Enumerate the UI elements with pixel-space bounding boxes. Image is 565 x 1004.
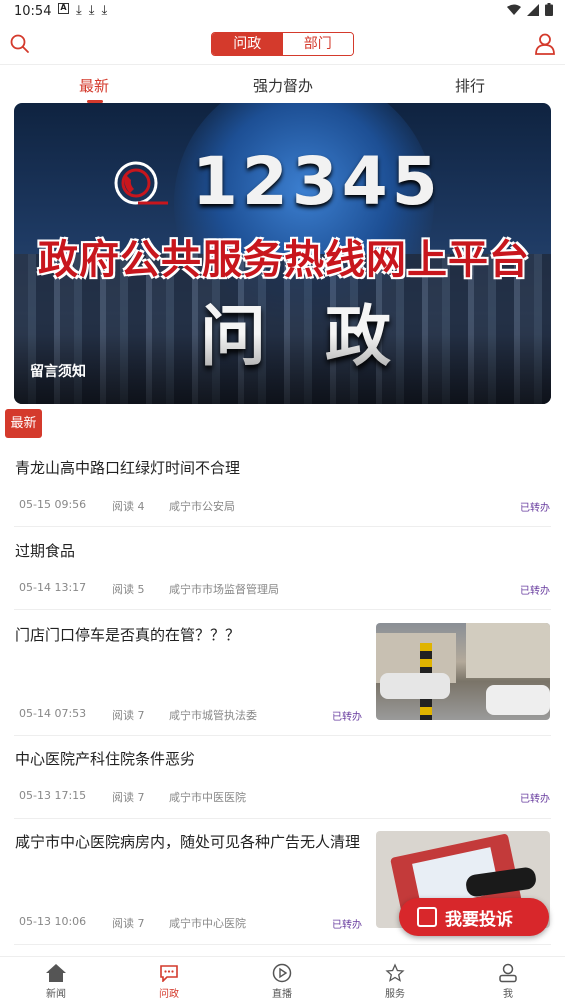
play-icon [272, 963, 292, 983]
item-department: 咸宁市中心医院 [169, 917, 246, 930]
list-item[interactable]: 过期食品 05-14 13:17 阅读 5 咸宁市市场监督管理局 已转办 [14, 527, 551, 610]
list-item[interactable]: 青龙山高中路口红绿灯时间不合理 05-15 09:56 阅读 4 咸宁市公安局 … [14, 444, 551, 527]
star-icon [385, 963, 405, 982]
download-icon: ⤓ [88, 3, 95, 18]
nav-wenzheng[interactable]: 问政 [139, 961, 199, 1000]
item-date: 05-14 07:53 [19, 707, 87, 720]
list-item[interactable]: 中心医院产科住院条件恶劣 05-13 17:15 阅读 7 咸宁市中医医院 已转… [14, 736, 551, 819]
segment-department[interactable]: 部门 [282, 33, 353, 55]
nav-label: 我 [503, 989, 513, 1000]
status-badge: 已转办 [332, 920, 362, 931]
complaint-button[interactable]: 我要投诉 [399, 898, 549, 936]
item-title: 咸宁市中心医院病房内，随处可见各种广告无人清理 [15, 833, 361, 851]
segment-wenzheng[interactable]: 问政 [212, 33, 283, 55]
wifi-icon [507, 4, 521, 15]
status-badge: 已转办 [520, 794, 550, 805]
tab-ranking[interactable]: 排行 [455, 75, 485, 96]
edit-icon [417, 907, 437, 927]
section-toggle: 问政 部门 [211, 32, 354, 56]
item-department: 咸宁市公安局 [169, 500, 235, 513]
banner-caption[interactable]: 留言须知 [30, 361, 86, 381]
item-reads: 阅读 7 [112, 917, 145, 930]
download-icon: ⤓ [76, 3, 82, 18]
status-badge: 已转办 [520, 503, 550, 514]
item-reads: 阅读 7 [112, 791, 145, 804]
list-item[interactable]: 门店门口停车是否真的在管？？？ 05-14 07:53 阅读 7 咸宁市城管执法… [14, 610, 551, 736]
nav-label: 服务 [385, 989, 405, 1000]
home-icon [46, 964, 66, 982]
status-bar: 10:54 A ⤓ ⤓ ⤓ [0, 0, 565, 24]
nav-label: 直播 [272, 989, 292, 1000]
nav-label: 新闻 [46, 989, 66, 1000]
item-title: 门店门口停车是否真的在管？？？ [15, 626, 241, 644]
latest-badge: 最新 [5, 409, 42, 438]
item-date: 05-13 17:15 [19, 789, 87, 802]
profile-icon [499, 963, 517, 983]
item-date: 05-13 10:06 [19, 915, 87, 928]
tab-latest[interactable]: 最新 [79, 75, 109, 96]
top-bar: 问政 部门 [0, 24, 565, 64]
download-icon: ⤓ [101, 3, 108, 18]
notification-a-icon: A [58, 3, 69, 14]
item-title: 过期食品 [15, 542, 76, 560]
nav-label: 问政 [159, 989, 179, 1000]
status-badge: 已转办 [520, 586, 550, 597]
status-time: 10:54 [14, 4, 52, 19]
hotline-banner[interactable]: 12345 政府公共服务热线网上平台 问 政 留言须知 [14, 103, 551, 404]
bottom-navigation: 新闻 问政 直播 服务 我 [0, 956, 565, 1004]
item-title: 中心医院产科住院条件恶劣 [15, 750, 196, 768]
signal-icon [527, 3, 539, 16]
item-department: 咸宁市中医医院 [169, 791, 246, 804]
complaint-button-label: 我要投诉 [445, 909, 513, 930]
item-thumbnail [376, 623, 550, 720]
item-reads: 阅读 4 [112, 500, 145, 513]
nav-service[interactable]: 服务 [365, 961, 425, 1000]
nav-me[interactable]: 我 [478, 961, 538, 1000]
banner-number: 12345 [192, 143, 442, 220]
item-reads: 阅读 7 [112, 709, 145, 722]
battery-icon [545, 3, 553, 16]
chat-icon [160, 965, 178, 982]
search-icon[interactable] [10, 34, 30, 54]
banner-shade [14, 334, 551, 404]
item-department: 咸宁市市场监督管理局 [169, 583, 279, 596]
item-date: 05-15 09:56 [19, 498, 87, 511]
item-reads: 阅读 5 [112, 583, 145, 596]
category-tabs: 最新 强力督办 排行 [0, 64, 565, 103]
nav-live[interactable]: 直播 [252, 961, 312, 1000]
tab-supervision[interactable]: 强力督办 [253, 75, 313, 96]
nav-news[interactable]: 新闻 [26, 961, 86, 1000]
banner-subtitle: 政府公共服务热线网上平台 [38, 237, 530, 283]
item-title: 青龙山高中路口红绿灯时间不合理 [15, 459, 241, 477]
user-icon[interactable] [535, 33, 555, 55]
item-date: 05-14 13:17 [19, 581, 87, 594]
status-badge: 已转办 [332, 712, 362, 723]
item-department: 咸宁市城管执法委 [169, 709, 257, 722]
phone-logo-icon [114, 161, 168, 205]
